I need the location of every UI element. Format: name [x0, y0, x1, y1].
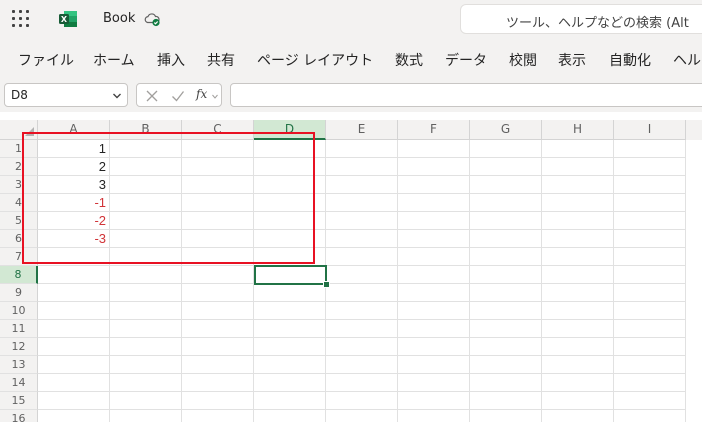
search-placeholder: ツール、ヘルプなどの検索 (Alt: [506, 16, 689, 31]
cloud-saved-icon[interactable]: [143, 10, 161, 28]
column-header-g[interactable]: G: [470, 120, 542, 140]
row-header-8[interactable]: 8: [0, 266, 38, 284]
tab-review[interactable]: 校閲: [509, 50, 537, 70]
spreadsheet-grid[interactable]: A B C D E F G H I 1 2 3 4 5 6 7 8 9 10 1…: [0, 120, 702, 422]
row-header-12[interactable]: 12: [0, 338, 38, 356]
formula-input[interactable]: [230, 83, 702, 107]
tab-data[interactable]: データ: [445, 50, 487, 70]
fill-handle[interactable]: [323, 281, 330, 288]
column-header-e[interactable]: E: [326, 120, 398, 140]
name-box-value: D8: [11, 88, 28, 102]
x-icon[interactable]: [145, 89, 159, 103]
formula-actions: fx: [136, 83, 222, 107]
row-header-13[interactable]: 13: [0, 356, 38, 374]
row-header-9[interactable]: 9: [0, 284, 38, 302]
tab-page-layout[interactable]: ページ レイアウト: [257, 50, 373, 70]
waffle-menu-icon[interactable]: [12, 10, 30, 28]
tab-help[interactable]: ヘル: [673, 50, 701, 70]
title-bar: X Book ツール、ヘルプなどの検索 (Alt: [0, 0, 702, 38]
fx-chevron-icon[interactable]: [212, 94, 218, 99]
tab-view[interactable]: 表示: [558, 50, 586, 70]
chevron-down-icon[interactable]: [112, 91, 122, 101]
row-header-15[interactable]: 15: [0, 392, 38, 410]
name-box[interactable]: D8: [4, 83, 128, 107]
fx-icon[interactable]: fx: [196, 87, 207, 101]
tab-automate[interactable]: 自動化: [609, 50, 651, 70]
row-header-16[interactable]: 16: [0, 410, 38, 422]
tab-share[interactable]: 共有: [207, 50, 235, 70]
scrollbar-corner: [686, 120, 702, 140]
highlight-rectangle: [22, 132, 315, 264]
search-input[interactable]: ツール、ヘルプなどの検索 (Alt: [460, 4, 702, 34]
column-header-i[interactable]: I: [614, 120, 686, 140]
row-header-11[interactable]: 11: [0, 320, 38, 338]
tab-formulas[interactable]: 数式: [395, 50, 423, 70]
check-icon[interactable]: [171, 89, 185, 103]
excel-logo-icon: X: [59, 11, 77, 27]
formula-bar: D8 fx: [0, 80, 702, 112]
tab-insert[interactable]: 挿入: [157, 50, 185, 70]
column-header-f[interactable]: F: [398, 120, 470, 140]
row-header-14[interactable]: 14: [0, 374, 38, 392]
active-cell-d8[interactable]: [254, 265, 327, 285]
row-header-10[interactable]: 10: [0, 302, 38, 320]
svg-text:X: X: [61, 15, 68, 24]
tab-file[interactable]: ファイル: [18, 50, 74, 70]
workbook-title[interactable]: Book: [103, 11, 135, 26]
tab-home[interactable]: ホーム: [93, 50, 135, 70]
column-header-h[interactable]: H: [542, 120, 614, 140]
ribbon-tabs: ファイル ホーム 挿入 共有 ページ レイアウト 数式 データ 校閲 表示 自動…: [0, 38, 702, 80]
